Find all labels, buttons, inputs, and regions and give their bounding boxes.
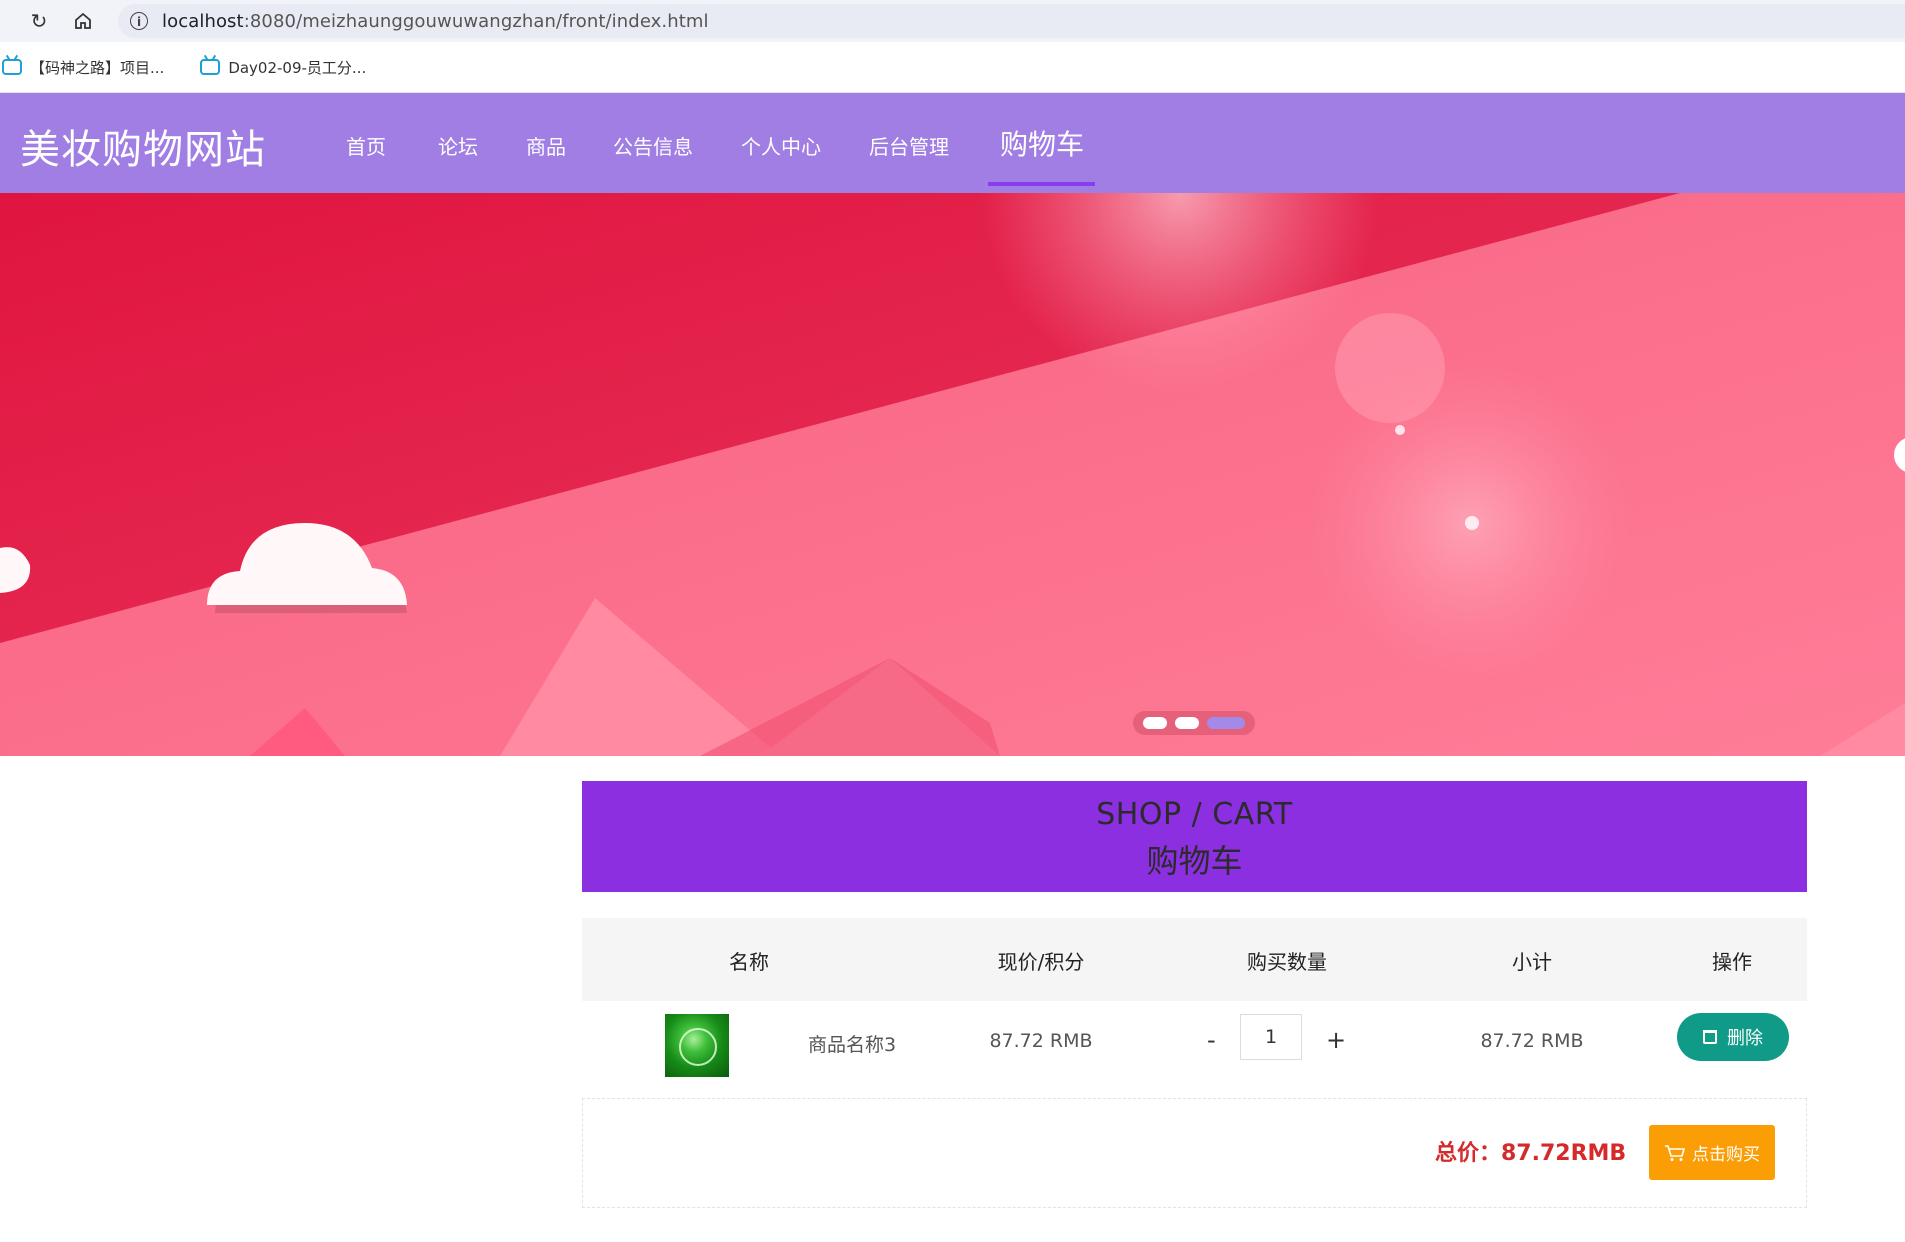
shopping-cart-icon (1665, 1144, 1686, 1161)
table-row: 商品名称3 87.72 RMB - + 87.72 RMB 删除 (582, 1002, 1807, 1098)
bilibili-icon (2, 59, 22, 75)
product-subtotal: 87.72 RMB (1480, 1030, 1584, 1052)
banner-image (0, 193, 1905, 756)
delete-label: 删除 (1727, 1028, 1763, 1049)
reload-icon[interactable]: ↻ (26, 8, 52, 34)
bookmark-item[interactable]: 【码神之路】项目... (2, 57, 164, 78)
carousel-indicators (1133, 711, 1255, 735)
site-header: 美妆购物网站 首页 论坛 商品 公告信息 个人中心 后台管理 购物车 (0, 93, 1905, 193)
quantity-increase-button[interactable]: + (1326, 1026, 1346, 1054)
column-price: 现价/积分 (997, 950, 1085, 974)
cart-table-header: 名称 现价/积分 购买数量 小计 操作 (582, 918, 1807, 1001)
column-quantity: 购买数量 (1247, 950, 1327, 974)
product-thumbnail[interactable] (665, 1014, 729, 1077)
column-subtotal: 小计 (1512, 950, 1552, 974)
nav-admin[interactable]: 后台管理 (869, 131, 949, 160)
url-text: localhost:8080/meizhaunggouwuwangzhan/fr… (162, 10, 709, 32)
buy-label: 点击购买 (1692, 1145, 1760, 1165)
cart-total-box: 总价：87.72RMB 点击购买 (582, 1098, 1807, 1208)
site-logo[interactable]: 美妆购物网站 (20, 117, 266, 175)
active-nav-indicator (988, 182, 1095, 186)
column-name: 名称 (729, 950, 769, 974)
banner-carousel[interactable] (0, 193, 1905, 756)
cart-title-cn: 购物车 (1146, 842, 1243, 880)
cart-title-en: SHOP / CART (1096, 797, 1293, 832)
carousel-dot-3[interactable] (1207, 717, 1245, 729)
nav-home[interactable]: 首页 (346, 131, 386, 160)
product-name[interactable]: 商品名称3 (808, 1030, 896, 1057)
trash-icon (1703, 1030, 1717, 1044)
buy-button[interactable]: 点击购买 (1649, 1125, 1775, 1180)
bookmarks-bar: 【码神之路】项目... Day02-09-员工分... (0, 42, 1905, 93)
total-price: 总价：87.72RMB (1435, 1141, 1627, 1166)
carousel-dot-1[interactable] (1143, 717, 1167, 729)
bookmark-label: 【码神之路】项目... (30, 58, 165, 77)
bookmark-item[interactable]: Day02-09-员工分... (200, 57, 366, 78)
quantity-decrease-button[interactable]: - (1207, 1026, 1216, 1054)
nav-forum[interactable]: 论坛 (438, 131, 478, 160)
product-price: 87.72 RMB (989, 1030, 1093, 1052)
nav-products[interactable]: 商品 (526, 131, 566, 160)
carousel-dot-2[interactable] (1175, 717, 1199, 729)
column-actions: 操作 (1712, 950, 1752, 974)
nav-personal-center[interactable]: 个人中心 (741, 131, 821, 160)
address-bar[interactable]: i localhost:8080/meizhaunggouwuwangzhan/… (118, 4, 1905, 38)
quantity-input[interactable] (1240, 1014, 1302, 1060)
browser-toolbar: ↻ i localhost:8080/meizhaunggouwuwangzha… (0, 0, 1905, 42)
nav-announcements[interactable]: 公告信息 (613, 131, 693, 160)
bookmark-label: Day02-09-员工分... (228, 58, 367, 77)
bilibili-icon (200, 59, 221, 75)
delete-button[interactable]: 删除 (1677, 1013, 1789, 1061)
home-icon[interactable] (70, 8, 96, 34)
cart-section-title: SHOP / CART 购物车 (582, 781, 1807, 892)
site-info-icon[interactable]: i (130, 12, 148, 30)
nav-cart[interactable]: 购物车 (1000, 123, 1084, 163)
